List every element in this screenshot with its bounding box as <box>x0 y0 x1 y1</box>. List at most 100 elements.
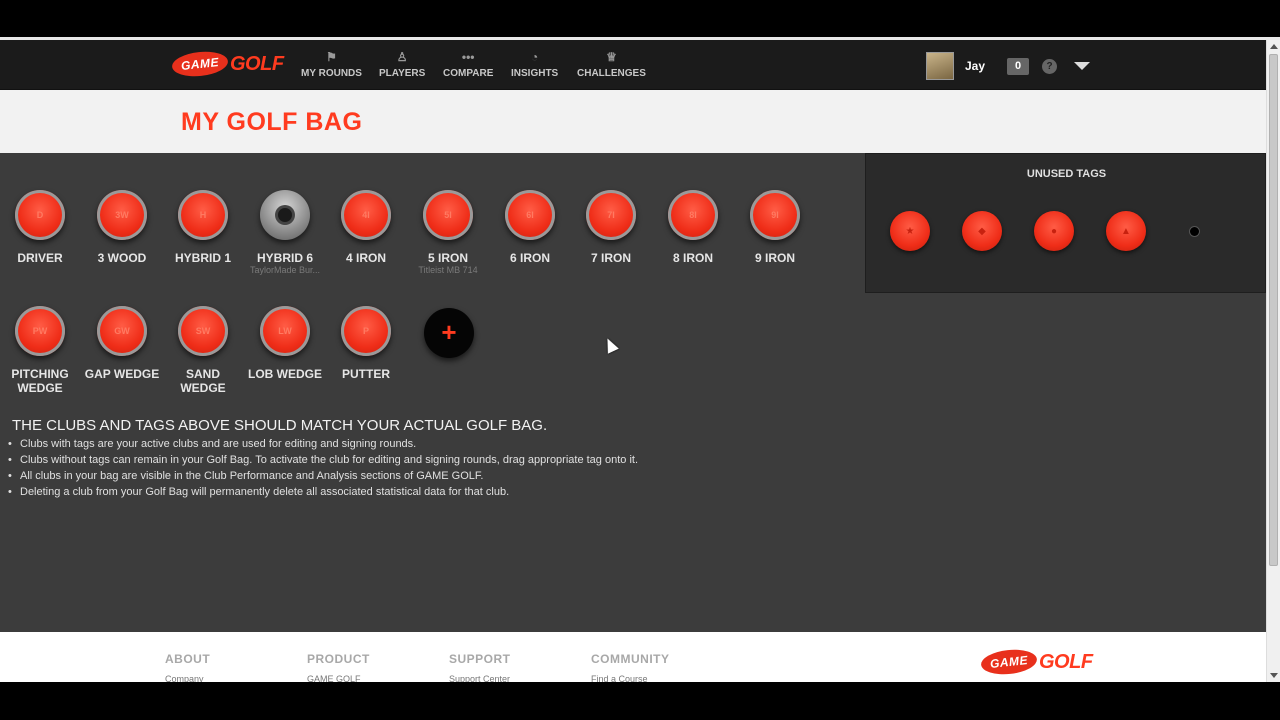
club-5-iron[interactable]: 5I 5 IRON Titleist MB 714 <box>408 190 488 276</box>
person-icon: ♙ <box>396 50 408 64</box>
footer-link-company[interactable]: Company <box>165 674 204 682</box>
logo-pill: GAME <box>979 647 1039 677</box>
circle-tag-icon[interactable]: ● <box>1034 211 1074 251</box>
page-viewport: GAME GOLF ⚑ MY ROUNDS ♙ PLAYERS ••• COMP… <box>0 40 1266 682</box>
browser-frame: GAME GOLF ⚑ MY ROUNDS ♙ PLAYERS ••• COMP… <box>0 0 1280 720</box>
nav-insights[interactable]: ◔ INSIGHTS <box>511 50 558 79</box>
club-6-iron[interactable]: 6I 6 IRON <box>490 190 570 265</box>
club-name: 8 IRON <box>672 251 713 265</box>
info-heading: THE CLUBS AND TAGS ABOVE SHOULD MATCH YO… <box>12 417 548 434</box>
club-tag-icon[interactable]: 5I <box>423 190 473 240</box>
trophy-icon: ♕ <box>606 50 617 64</box>
club-hybrid-1[interactable]: H HYBRID 1 <box>163 190 243 265</box>
club-name: HYBRID 6 <box>256 251 313 265</box>
club-8-iron[interactable]: 8I 8 IRON <box>653 190 733 265</box>
unused-tags-title: UNUSED TAGS <box>1026 168 1107 180</box>
club-tag-icon[interactable]: SW <box>178 306 228 356</box>
club-gap-wedge[interactable]: GW GAP WEDGE <box>82 306 162 381</box>
chevron-down-icon[interactable] <box>1074 62 1090 70</box>
add-club-button[interactable]: + <box>424 308 474 358</box>
club-driver[interactable]: D DRIVER <box>0 190 80 265</box>
nav-label: COMPARE <box>443 68 494 79</box>
flag-icon: ⚑ <box>326 50 337 64</box>
scroll-down-icon[interactable] <box>1270 673 1278 678</box>
footer-community-title: COMMUNITY <box>591 652 670 666</box>
club-name: HYBRID 1 <box>174 251 231 265</box>
club-name: PUTTER <box>342 367 390 381</box>
nav-my-rounds[interactable]: ⚑ MY ROUNDS <box>301 50 362 79</box>
unused-tags-panel: UNUSED TAGS ★ ◆ ● ▲ <box>865 153 1266 293</box>
nav-compare[interactable]: ••• COMPARE <box>443 50 493 79</box>
info-bullet: Clubs with tags are your active clubs an… <box>8 436 638 452</box>
club-sand-wedge[interactable]: SW SAND WEDGE <box>163 306 243 395</box>
club-tag-icon[interactable]: LW <box>260 306 310 356</box>
club-name: DRIVER <box>17 251 63 265</box>
club-tag-icon[interactable]: P <box>341 306 391 356</box>
avatar[interactable] <box>926 52 954 80</box>
club-pitching-wedge[interactable]: PW PITCHING WEDGE <box>0 306 80 395</box>
info-list: Clubs with tags are your active clubs an… <box>8 436 638 500</box>
footer-logo[interactable]: GAME GOLF <box>979 647 1093 677</box>
logo-pill: GAME <box>170 49 230 79</box>
club-lob-wedge[interactable]: LW LOB WEDGE <box>245 306 325 381</box>
club-name: 6 IRON <box>509 251 550 265</box>
club-tag-icon[interactable]: 4I <box>341 190 391 240</box>
club-name: LOB WEDGE <box>248 367 322 381</box>
info-bullet: Clubs without tags can remain in your Go… <box>8 452 638 468</box>
club-tag-icon[interactable]: 8I <box>668 190 718 240</box>
star-tag-icon[interactable]: ★ <box>890 211 930 251</box>
club-tag-icon[interactable]: 9I <box>750 190 800 240</box>
diamond-tag-icon[interactable]: ◆ <box>962 211 1002 251</box>
club-tag-icon[interactable]: 3W <box>97 190 147 240</box>
club-name: GAP WEDGE <box>84 367 160 381</box>
top-nav: GAME GOLF ⚑ MY ROUNDS ♙ PLAYERS ••• COMP… <box>0 40 1266 90</box>
club-tag-icon[interactable]: H <box>178 190 228 240</box>
footer-about-title: ABOUT <box>165 652 211 666</box>
scroll-thumb[interactable] <box>1269 54 1278 566</box>
club-tag-icon[interactable]: PW <box>15 306 65 356</box>
logo-word: GOLF <box>1039 650 1093 673</box>
footer-product-title: PRODUCT <box>307 652 370 666</box>
club-3-wood[interactable]: 3W 3 WOOD <box>82 190 162 265</box>
club-name: PITCHING WEDGE <box>11 367 69 395</box>
logo-word: GOLF <box>230 52 284 75</box>
page-title: MY GOLF BAG <box>181 108 363 136</box>
scroll-up-icon[interactable] <box>1270 44 1278 49</box>
club-tag-icon[interactable]: GW <box>97 306 147 356</box>
vertical-scrollbar[interactable] <box>1266 40 1280 682</box>
club-name: 4 IRON <box>345 251 386 265</box>
club-name: SAND WEDGE <box>180 367 226 395</box>
footer-link-find-course[interactable]: Find a Course <box>591 674 648 682</box>
footer-link-game-golf[interactable]: GAME GOLF <box>307 674 361 682</box>
club-hybrid-6[interactable]: HYBRID 6 TaylorMade Bur... <box>245 190 325 276</box>
club-4-iron[interactable]: 4I 4 IRON <box>326 190 406 265</box>
nav-label: INSIGHTS <box>511 68 559 79</box>
nav-label: CHALLENGES <box>577 68 646 79</box>
empty-tag-slot-icon[interactable] <box>260 190 310 240</box>
triangle-tag-icon[interactable]: ▲ <box>1106 211 1146 251</box>
info-bullet: All clubs in your bag are visible in the… <box>8 468 638 484</box>
info-bullet: Deleting a club from your Golf Bag will … <box>8 484 638 500</box>
nav-players[interactable]: ♙ PLAYERS <box>379 50 425 79</box>
club-model: Titleist MB 714 <box>418 265 478 275</box>
club-7-iron[interactable]: 7I 7 IRON <box>571 190 651 265</box>
club-name: 3 WOOD <box>97 251 147 265</box>
nav-challenges[interactable]: ♕ CHALLENGES <box>577 50 646 79</box>
club-tag-icon[interactable]: 7I <box>586 190 636 240</box>
mouse-pointer-icon <box>602 335 619 354</box>
footer: ABOUT Company PRODUCT GAME GOLF SUPPORT … <box>0 632 1266 682</box>
footer-link-support-center[interactable]: Support Center <box>449 674 510 682</box>
club-putter[interactable]: P PUTTER <box>326 306 406 381</box>
game-golf-logo[interactable]: GAME GOLF <box>170 49 284 79</box>
club-tag-icon[interactable]: 6I <box>505 190 555 240</box>
club-name: 7 IRON <box>590 251 631 265</box>
help-icon[interactable]: ? <box>1042 59 1057 74</box>
club-model: TaylorMade Bur... <box>249 265 321 275</box>
club-tag-icon[interactable]: D <box>15 190 65 240</box>
club-name: 5 IRON <box>427 251 468 265</box>
club-9-iron[interactable]: 9I 9 IRON <box>735 190 815 265</box>
messages-badge[interactable]: 0 <box>1007 58 1029 75</box>
user-name[interactable]: Jay <box>965 59 985 73</box>
footer-support-title: SUPPORT <box>449 652 511 666</box>
black-dot-tag-icon[interactable] <box>1190 227 1199 236</box>
